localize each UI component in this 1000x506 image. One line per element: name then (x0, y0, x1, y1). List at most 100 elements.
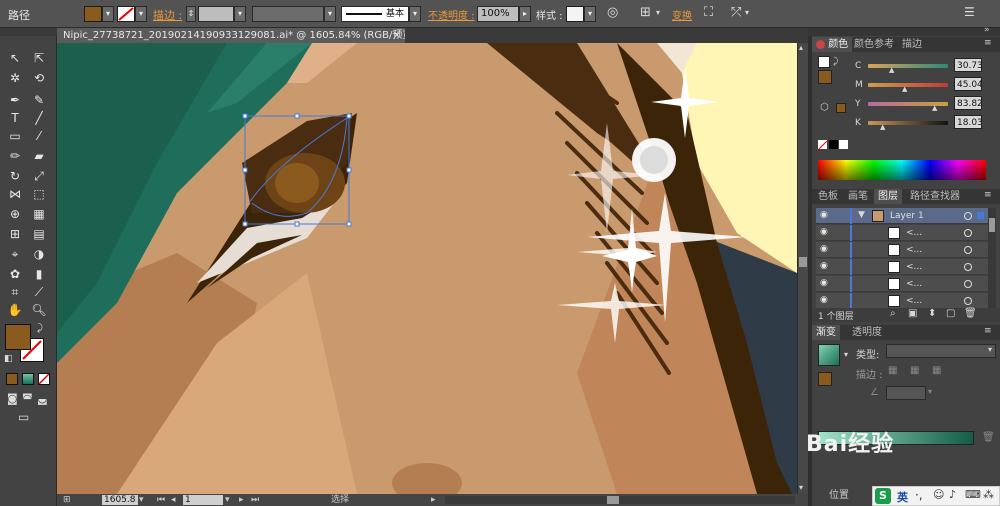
sublayer-row[interactable]: ◉ <... (816, 242, 988, 258)
transform-dropdown-icon[interactable]: ▾ (745, 8, 749, 17)
tab-layers[interactable]: 图层 (874, 189, 902, 204)
blend-tool-icon[interactable]: ◑ (30, 246, 48, 262)
variable-width-dropdown[interactable]: ▾ (324, 6, 336, 22)
tab-color[interactable]: 颜色 (812, 37, 853, 52)
visibility-eye-icon[interactable]: ◉ (820, 262, 830, 271)
opacity-field[interactable]: 100% (477, 6, 519, 22)
visibility-eye-icon[interactable]: ◉ (820, 245, 830, 254)
gradient-mode-icon[interactable] (22, 373, 34, 385)
hand-tool-icon[interactable]: ✋ (6, 302, 24, 318)
black-color-chip[interactable] (829, 140, 838, 149)
draw-normal-icon[interactable]: ◙ (7, 392, 18, 405)
swap-fill-stroke-icon[interactable]: ⤸ (37, 323, 43, 334)
stroke-gradient-across-icon[interactable]: ▦ (932, 365, 941, 376)
sublayer-target-icon[interactable] (964, 263, 972, 271)
sublayer-target-icon[interactable] (964, 246, 972, 254)
layer-selected-icon[interactable] (977, 212, 984, 219)
sublayer-name[interactable]: <... (906, 243, 922, 257)
make-clipping-mask-icon[interactable]: ▣ (908, 308, 917, 319)
type-tool-icon[interactable]: T (6, 110, 24, 126)
transform-link[interactable]: 变换 (672, 7, 692, 22)
first-artboard-icon[interactable]: ⏮ (157, 494, 165, 506)
gradient-preset-dropdown-icon[interactable]: ▾ (844, 350, 848, 359)
direct-selection-tool-icon[interactable]: ⇱ (30, 50, 48, 66)
next-artboard-icon[interactable]: ▸ (239, 494, 244, 506)
color-mode-icon[interactable] (6, 373, 18, 385)
variable-width-profile[interactable] (252, 6, 324, 22)
tab-swatches[interactable]: 色板 (814, 189, 842, 204)
channel-c-thumb-icon[interactable]: ▲ (889, 66, 894, 74)
gradient-delete-stop-icon[interactable]: 🗑︎ (982, 432, 995, 443)
ime-keyboard-icon[interactable]: ⌨ (965, 488, 981, 501)
sublayer-row[interactable]: ◉ <... (816, 293, 988, 309)
sublayer-target-icon[interactable] (964, 280, 972, 288)
color-panel-fill-swatch[interactable] (818, 70, 832, 84)
fill-swatch[interactable] (5, 324, 31, 350)
transform-each-icon[interactable]: ⤱ (731, 5, 741, 20)
gradient-angle-field[interactable] (886, 386, 926, 400)
prev-artboard-icon[interactable]: ◂ (171, 494, 176, 506)
tab-pathfinder[interactable]: 路径查找器 (906, 189, 964, 204)
stroke-weight-dropdown[interactable]: ▾ (234, 6, 246, 22)
scroll-down-icon[interactable]: ▾ (799, 483, 803, 492)
magic-wand-tool-icon[interactable]: ✲ (6, 70, 24, 86)
sublayer-name[interactable]: <... (906, 294, 922, 308)
rotate-tool-icon[interactable]: ↻ (6, 168, 24, 184)
sublayer-name[interactable]: <... (906, 260, 922, 274)
visibility-eye-icon[interactable]: ◉ (820, 211, 830, 220)
zoom-field[interactable]: 1605.8 (102, 495, 138, 505)
stroke-weight-field[interactable] (198, 6, 234, 22)
layers-scrollbar[interactable] (988, 208, 996, 308)
brush-definition[interactable]: 基本 (341, 6, 409, 22)
none-color-chip[interactable] (817, 140, 828, 151)
locate-object-icon[interactable]: ⌕ (890, 308, 896, 319)
visibility-eye-icon[interactable]: ◉ (820, 296, 830, 305)
tab-gradient[interactable]: 渐变 (812, 325, 840, 340)
channel-k-value[interactable]: 18.03 (954, 115, 982, 129)
collapse-dock-icon[interactable]: » (984, 25, 990, 35)
gradient-type-select[interactable]: ▾ (886, 344, 996, 358)
ime-voice-icon[interactable]: ♪ (949, 488, 956, 501)
isolate-icon[interactable]: ⛶ (704, 5, 713, 20)
layer-name[interactable]: Layer 1 (890, 209, 924, 223)
pen-tool-icon[interactable]: ✒ (6, 92, 24, 108)
ime-emoji-icon[interactable]: ☺ (933, 488, 944, 501)
new-sublayer-icon[interactable]: ⬍ (928, 308, 936, 319)
stroke-color-swatch[interactable] (117, 6, 135, 22)
eraser-tool-icon[interactable]: ▰ (30, 148, 48, 164)
rectangle-tool-icon[interactable]: ▭ (6, 128, 24, 144)
stroke-gradient-within-icon[interactable]: ▦ (888, 365, 897, 376)
artboard-field[interactable]: 1 (183, 495, 223, 505)
channel-c-value[interactable]: 30.73 (954, 58, 982, 72)
default-colors-icon[interactable]: ◧ (4, 354, 13, 364)
close-tab-icon[interactable]: × (393, 28, 401, 43)
align-dropdown-icon[interactable]: ▾ (656, 8, 660, 17)
sublayer-row[interactable]: ◉ <... (816, 225, 988, 241)
selection-tool-icon[interactable]: ↖ (6, 50, 24, 66)
align-options-icon[interactable]: ⊞ (640, 5, 651, 20)
curvature-tool-icon[interactable]: ✎ (30, 92, 48, 108)
artboard-dropdown-icon[interactable]: ▾ (225, 494, 230, 506)
channel-m-value[interactable]: 45.04 (954, 77, 982, 91)
graphic-style-dropdown[interactable]: ▾ (584, 6, 596, 22)
eyedropper-tool-icon[interactable]: ⌖ (6, 246, 24, 262)
panel-menu-icon[interactable]: ☰ (964, 5, 975, 19)
sublayer-target-icon[interactable] (964, 229, 972, 237)
new-layer-icon[interactable]: ▢ (946, 308, 955, 319)
column-graph-tool-icon[interactable]: ▮ (30, 266, 48, 282)
symbol-sprayer-tool-icon[interactable]: ✿ (6, 266, 24, 282)
delete-layer-icon[interactable]: 🗑︎ (964, 308, 977, 319)
width-tool-icon[interactable]: ⋈ (6, 186, 24, 202)
free-transform-tool-icon[interactable]: ⬚ (30, 186, 48, 202)
gradient-preview-swatch[interactable] (818, 344, 840, 366)
tab-stroke[interactable]: 描边 (898, 37, 926, 52)
sublayer-name[interactable]: <... (906, 226, 922, 240)
fill-color-swatch[interactable] (84, 6, 102, 22)
draw-inside-icon[interactable]: ◛ (37, 392, 48, 405)
sublayer-target-icon[interactable] (964, 297, 972, 305)
gradient-tool-icon[interactable]: ▤ (30, 226, 48, 242)
visibility-eye-icon[interactable]: ◉ (820, 228, 830, 237)
channel-m-slider[interactable] (868, 83, 948, 87)
lasso-tool-icon[interactable]: ⟲ (30, 70, 48, 86)
stroke-gradient-along-icon[interactable]: ▦ (910, 365, 919, 376)
